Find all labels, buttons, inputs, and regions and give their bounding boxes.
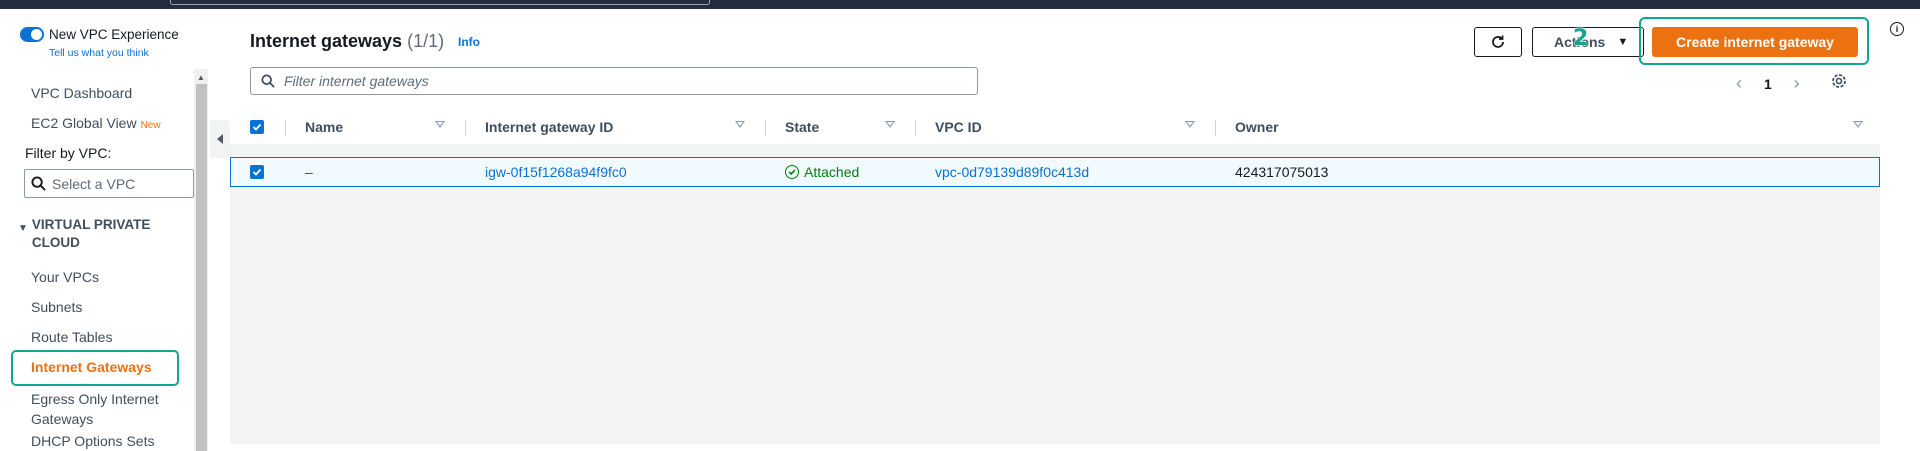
sidebar-item-route-tables[interactable]: Route Tables <box>31 329 112 345</box>
search-icon <box>31 176 46 191</box>
select-all-checkbox[interactable] <box>250 112 264 142</box>
sidebar-item-label: Egress Only Internet Gateways <box>31 391 159 427</box>
column-header-owner[interactable]: Owner <box>1235 112 1279 142</box>
column-header-name[interactable]: Name <box>305 112 343 142</box>
sort-icon[interactable] <box>885 121 895 128</box>
sidebar-item-label: Subnets <box>31 299 83 315</box>
new-experience-label: New VPC Experience <box>49 27 179 42</box>
create-internet-gateway-button[interactable]: Create internet gateway <box>1652 27 1858 57</box>
page-title: Internet gateways (1/1) <box>250 31 444 52</box>
info-link[interactable]: Info <box>458 35 480 49</box>
pagination: ‹ 1 › <box>1736 73 1800 94</box>
column-header-gateway-id[interactable]: Internet gateway ID <box>485 112 613 142</box>
next-page-icon[interactable]: › <box>1794 73 1800 94</box>
row-checkbox[interactable] <box>250 158 264 186</box>
selection-count: (1/1) <box>407 31 445 51</box>
section-virtual-private-cloud[interactable]: ▼ VIRTUAL PRIVATE CLOUD <box>18 216 178 252</box>
caret-down-icon: ▼ <box>1617 36 1629 48</box>
column-divider <box>465 120 466 136</box>
sidebar-item-internet-gateways[interactable]: Internet Gateways <box>31 359 152 375</box>
sidebar-item-label: EC2 Global View <box>31 115 137 131</box>
caret-left-icon <box>217 134 223 144</box>
settings-icon[interactable] <box>1830 72 1848 95</box>
section-title: VIRTUAL PRIVATE CLOUD <box>31 217 151 250</box>
sort-icon[interactable] <box>1853 121 1863 128</box>
table-body <box>230 144 1880 444</box>
column-divider <box>1215 120 1216 136</box>
checkbox-checked-icon <box>250 120 264 134</box>
new-experience-toggle-row: New VPC Experience <box>20 27 179 42</box>
sidebar: New VPC Experience Tell us what you thin… <box>0 9 208 451</box>
search-icon <box>261 74 275 88</box>
info-panel-icon[interactable]: i <box>1890 22 1904 36</box>
refresh-button[interactable] <box>1474 27 1522 57</box>
sidebar-item-label: Internet Gateways <box>31 359 152 375</box>
sidebar-item-label: Your VPCs <box>31 269 99 285</box>
checkbox-checked-icon <box>250 165 264 179</box>
column-divider <box>285 120 286 136</box>
sort-icon[interactable] <box>435 121 445 128</box>
table-row[interactable]: – igw-0f15f1268a94f9fc0 Attached vpc-0d7… <box>230 157 1880 187</box>
sort-icon[interactable] <box>735 121 745 128</box>
cell-vpc-id-link[interactable]: vpc-0d79139d89f0c413d <box>935 158 1089 186</box>
refresh-icon <box>1492 35 1504 48</box>
page-title-text: Internet gateways <box>250 31 403 51</box>
vpc-select[interactable]: Select a VPC <box>24 169 194 198</box>
filter-placeholder: Filter internet gateways <box>284 73 429 89</box>
sidebar-item-subnets[interactable]: Subnets <box>31 299 82 315</box>
column-header-vpc-id[interactable]: VPC ID <box>935 112 982 142</box>
sidebar-item-label: Route Tables <box>31 329 113 345</box>
sort-icon[interactable] <box>1185 121 1195 128</box>
page-number[interactable]: 1 <box>1764 76 1772 92</box>
previous-page-icon[interactable]: ‹ <box>1736 73 1742 94</box>
sidebar-scroll-thumb[interactable] <box>196 84 207 451</box>
column-header-state[interactable]: State <box>785 112 819 142</box>
column-divider <box>915 120 916 136</box>
vpc-select-placeholder: Select a VPC <box>52 175 136 192</box>
annotation-step-2: 2 <box>1573 26 1589 51</box>
column-divider <box>765 120 766 136</box>
cell-state: Attached <box>785 158 859 186</box>
new-badge: New <box>140 120 161 131</box>
top-navigation-bar <box>0 0 1920 9</box>
status-attached: Attached <box>785 164 859 180</box>
sidebar-item-your-vpcs[interactable]: Your VPCs <box>31 269 99 285</box>
collapse-sidebar-button[interactable] <box>210 120 230 158</box>
filter-by-vpc-label: Filter by VPC: <box>25 145 112 161</box>
scroll-up-icon[interactable]: ▲ <box>197 73 205 82</box>
sidebar-item-label: DHCP Options Sets <box>31 433 155 449</box>
sidebar-item-dhcp-options-sets[interactable]: DHCP Options Sets <box>31 433 154 449</box>
sidebar-item-label: VPC Dashboard <box>31 85 133 101</box>
sidebar-item-ec2-global-view[interactable]: EC2 Global View New <box>31 115 161 131</box>
check-circle-icon <box>785 165 799 179</box>
main-content: Internet gateways (1/1) Info Actions ▼ C… <box>230 9 1880 444</box>
cell-owner: 424317075013 <box>1235 164 1329 180</box>
feedback-link[interactable]: Tell us what you think <box>49 47 149 59</box>
global-search-bar[interactable] <box>170 0 710 5</box>
new-experience-toggle[interactable] <box>20 27 44 42</box>
filter-input[interactable]: Filter internet gateways <box>250 67 978 95</box>
sidebar-item-vpc-dashboard[interactable]: VPC Dashboard <box>31 85 132 101</box>
cell-name: – <box>305 164 313 180</box>
sidebar-item-egress-only-internet-gateways[interactable]: Egress Only Internet Gateways <box>31 389 171 429</box>
cell-gateway-id-link[interactable]: igw-0f15f1268a94f9fc0 <box>485 158 627 186</box>
caret-down-icon: ▼ <box>18 223 28 234</box>
status-text: Attached <box>804 164 860 180</box>
